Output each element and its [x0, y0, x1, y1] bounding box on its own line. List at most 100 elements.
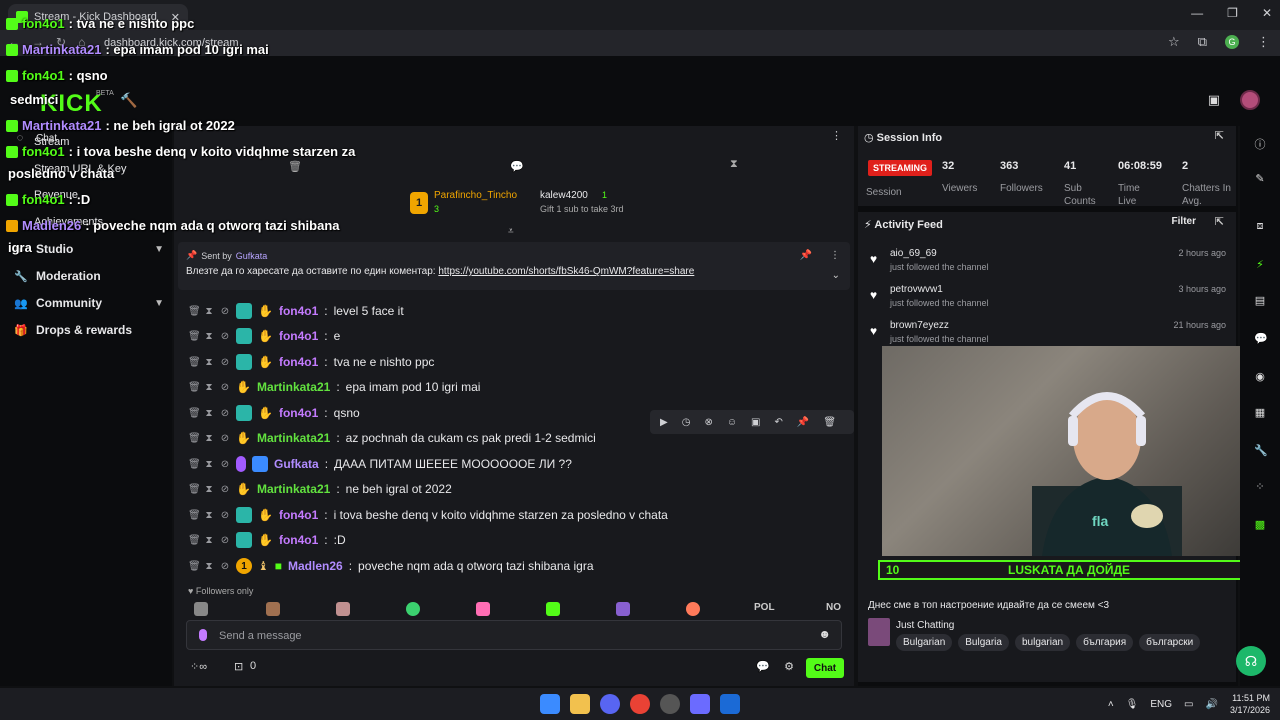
timeout-icon[interactable]: ⧗	[204, 382, 214, 393]
emote-icon[interactable]	[686, 602, 700, 616]
tv-icon[interactable]: ▣	[1208, 92, 1220, 108]
delete-icon[interactable]: 🗑	[188, 331, 201, 342]
delete-icon[interactable]: 🗑	[188, 433, 201, 444]
leader-second-name[interactable]: kalew4200	[540, 190, 588, 201]
bookmark-star-icon[interactable]: ☆	[1168, 34, 1180, 50]
delete-icon[interactable]: 🗑	[188, 510, 201, 521]
chat-menu-icon[interactable]: ⋮	[831, 129, 842, 142]
tag[interactable]: Bulgaria	[958, 634, 1009, 651]
chat-message[interactable]: 🗑 ⧗ ⊘ ✋ fon4o1: qsno	[188, 402, 360, 424]
language-indicator[interactable]: ENG	[1150, 699, 1172, 710]
play-icon[interactable]: ▶	[660, 417, 668, 428]
app-grid-icon[interactable]	[690, 694, 710, 714]
undo-icon[interactable]: ↶	[775, 417, 783, 428]
popout-icon[interactable]: ⇱	[1215, 215, 1224, 228]
network-icon[interactable]: ▭	[1184, 699, 1193, 710]
emote-icon[interactable]	[336, 602, 350, 616]
chat-message[interactable]: 🗑 ⧗ ⊘ ✋ Martinkata21: epa imam pod 10 igri ma…	[188, 376, 480, 398]
delete-icon[interactable]: 🗑	[188, 459, 201, 470]
collapse-leaderboard-icon[interactable]: ⩡	[508, 226, 514, 237]
sidebar-item-moderation[interactable]: 🔧 Moderation	[14, 269, 164, 283]
delete-icon[interactable]: 🗑	[188, 357, 201, 368]
edit-icon[interactable]: ✎	[1254, 172, 1266, 185]
timeout-icon[interactable]: ⧗	[204, 331, 214, 342]
timeout-icon[interactable]: ⧗	[204, 484, 214, 495]
ban-icon[interactable]: ⊘	[220, 357, 230, 368]
chat-settings-bubble-icon[interactable]: 💬	[756, 660, 770, 673]
emoji-picker-icon[interactable]: ☻	[818, 627, 831, 641]
chat-bubble-icon[interactable]: 💬	[510, 160, 524, 173]
tag[interactable]: bulgarian	[1014, 634, 1071, 651]
tag[interactable]: Bulgarian	[896, 634, 953, 651]
info-icon[interactable]: ⓘ	[1254, 136, 1266, 152]
delete-icon[interactable]: 🗑	[188, 306, 201, 317]
user-avatar[interactable]	[1240, 90, 1260, 110]
chat-message[interactable]: 🗑 ⧗ ⊘ ✋ Martinkata21: az pochnah da cukam cs …	[188, 427, 596, 449]
stream-title[interactable]: Днес сме в топ настроение идвайте да се …	[868, 600, 1109, 611]
infinity-icon[interactable]: ⁘∞	[190, 660, 207, 673]
emoji-react-icon[interactable]: ☺	[727, 417, 737, 428]
unmute-icon[interactable]: ⊗	[704, 417, 712, 428]
delete-icon[interactable]: 🗑	[188, 408, 201, 419]
delete-icon[interactable]: 🗑	[188, 484, 201, 495]
timeout-icon[interactable]: ⧗	[204, 561, 214, 572]
discord-icon[interactable]	[600, 694, 620, 714]
timeout-icon[interactable]: ⧗	[204, 306, 214, 317]
volume-icon[interactable]: 🔊	[1206, 699, 1218, 710]
close-window-icon[interactable]: ✕	[1262, 6, 1272, 20]
share-icon[interactable]: ⁘	[1254, 480, 1266, 493]
chevron-down-icon[interactable]: ⌄	[832, 270, 840, 281]
extensions-icon[interactable]: ⧉	[1198, 34, 1207, 50]
ban-icon[interactable]: ⊘	[220, 535, 230, 546]
ban-icon[interactable]: ⊘	[220, 561, 230, 572]
sidebar-item-drops[interactable]: 🎁 Drops & rewards	[14, 323, 164, 337]
delete-icon[interactable]: 🗑	[188, 535, 201, 546]
minimize-icon[interactable]: —	[1191, 6, 1203, 20]
leader-first-name[interactable]: Parafincho_Tincho	[434, 190, 517, 201]
tray-chevron-icon[interactable]: ˄	[1108, 699, 1114, 710]
category-thumbnail[interactable]	[868, 618, 890, 646]
emote-icon[interactable]	[546, 602, 560, 616]
timeout-icon[interactable]: ⧗	[204, 408, 214, 419]
broadcast-icon[interactable]: ◉	[1254, 370, 1266, 383]
copy-icon[interactable]: ▣	[751, 417, 760, 428]
ban-icon[interactable]: ⊘	[220, 459, 230, 470]
chrome-icon[interactable]	[630, 694, 650, 714]
emote-icon[interactable]	[194, 602, 208, 616]
clock[interactable]: 11:51 PM 3/17/2026	[1230, 692, 1270, 716]
pinned-link[interactable]: https://youtube.com/shorts/fbSk46-QmWM?f…	[438, 266, 694, 277]
profile-avatar[interactable]: G	[1225, 35, 1239, 49]
timeout-icon[interactable]: ⧗	[204, 459, 214, 470]
document-icon[interactable]: ▤	[1254, 294, 1266, 307]
square-icon[interactable]: ▩	[1254, 518, 1266, 531]
chat-message[interactable]: 🗑 ⧗ ⊘ ✋ Martinkata21: ne beh igral ot 2022	[188, 478, 452, 500]
ban-icon[interactable]: ⊘	[220, 331, 230, 342]
unpin-icon[interactable]: 📌	[800, 250, 812, 261]
ban-icon[interactable]: ⊘	[220, 510, 230, 521]
lightning-icon[interactable]: ⚡	[1254, 258, 1266, 271]
ban-icon[interactable]: ⊘	[220, 433, 230, 444]
chat-message[interactable]: 🗑 ⧗ ⊘ ✋ fon4o1: i tova beshe denq v koito vid…	[188, 504, 668, 526]
timeout-icon[interactable]: ⧗	[204, 510, 214, 521]
emote-icon[interactable]	[406, 602, 420, 616]
timeout-icon[interactable]: ⧗	[204, 535, 214, 546]
ban-icon[interactable]: ⊘	[220, 306, 230, 317]
tag[interactable]: българия	[1076, 634, 1134, 651]
timeout-icon[interactable]: ⧗	[204, 357, 214, 368]
help-headset-button[interactable]: ☊	[1236, 646, 1266, 676]
chat-message[interactable]: 🗑 ⧗ ⊘ Gufkata: ДААА ПИТАМ ШЕЕЕЕ МООООООЕ ЛИ …	[188, 453, 572, 475]
gift-icon[interactable]: ⊡	[234, 660, 243, 673]
gear-icon[interactable]: ⚙	[784, 660, 794, 673]
delete-message-icon[interactable]: 🗑	[823, 417, 836, 428]
chat-message[interactable]: 🗑 ⧗ ⊘ ✋ fon4o1: level 5 face it	[188, 300, 404, 322]
tag[interactable]: български	[1139, 634, 1201, 651]
chat-message[interactable]: 🗑 ⧗ ⊘ 1 ♝ ■ Madlen26: poveche nqm ada q otworq …	[188, 555, 594, 577]
chat-icon[interactable]: 💬	[1254, 332, 1268, 345]
pinned-menu-icon[interactable]: ⋮	[830, 250, 840, 261]
emote-no[interactable]: NO	[826, 602, 841, 613]
emote-icon[interactable]	[616, 602, 630, 616]
steam-icon[interactable]	[720, 694, 740, 714]
windows-start-icon[interactable]	[540, 694, 560, 714]
file-explorer-icon[interactable]	[570, 694, 590, 714]
send-message-input[interactable]	[219, 627, 779, 645]
